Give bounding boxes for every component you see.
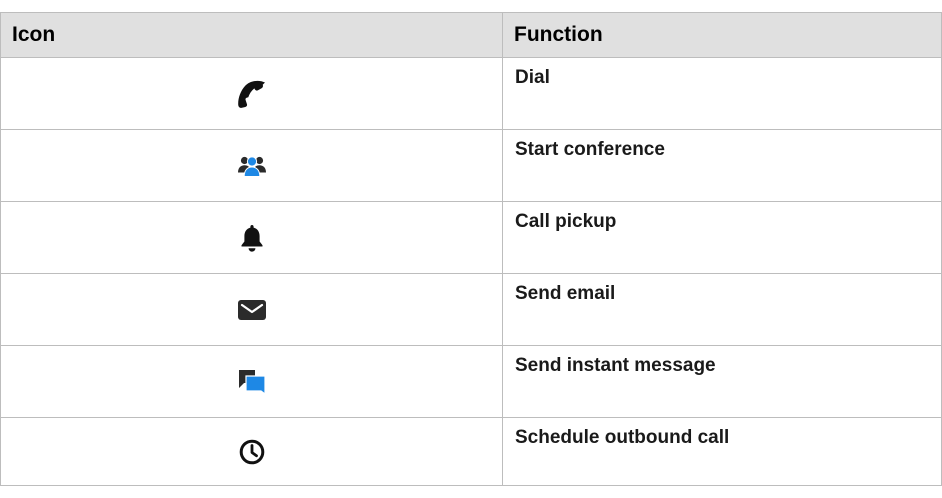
icon-cell <box>0 201 503 274</box>
icon-cell <box>0 273 503 346</box>
envelope-icon <box>237 299 266 320</box>
header-icon: Icon <box>0 12 503 58</box>
icon-cell <box>0 57 503 130</box>
phone-handset-icon <box>237 80 265 108</box>
header-function: Function <box>502 12 942 58</box>
function-label: Send instant message <box>502 345 942 418</box>
icon-cell <box>0 345 503 418</box>
table-row: Schedule outbound call <box>0 417 942 486</box>
function-label: Call pickup <box>502 201 942 274</box>
function-label: Send email <box>502 273 942 346</box>
icon-function-table: Icon Function Dial Start conference Call… <box>0 12 942 486</box>
chat-bubbles-icon <box>238 369 266 395</box>
table-header-row: Icon Function <box>0 12 942 58</box>
icon-cell <box>0 417 503 486</box>
table-row: Dial <box>0 57 942 130</box>
function-label: Dial <box>502 57 942 130</box>
table-row: Send instant message <box>0 345 942 418</box>
bell-icon <box>241 224 262 252</box>
table-row: Send email <box>0 273 942 346</box>
icon-cell <box>0 129 503 202</box>
clock-icon <box>239 439 264 464</box>
conference-people-icon <box>237 155 266 177</box>
function-label: Schedule outbound call <box>502 417 942 486</box>
table-row: Call pickup <box>0 201 942 274</box>
table-row: Start conference <box>0 129 942 202</box>
function-label: Start conference <box>502 129 942 202</box>
